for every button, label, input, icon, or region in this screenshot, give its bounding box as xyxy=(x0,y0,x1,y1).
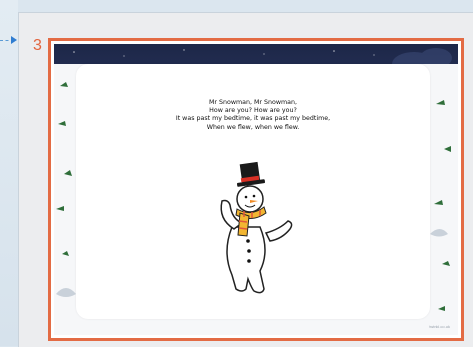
slide-number: 3 xyxy=(33,37,42,54)
poem-line: How are you? How are you? xyxy=(209,107,297,115)
credit-text: twinkl.co.uk xyxy=(429,324,450,329)
content-card: Mr Snowman, Mr Snowman, How are you? How… xyxy=(76,64,430,319)
poem-line: When we flew, when we flew. xyxy=(206,123,300,131)
slide-canvas: Mr Snowman, Mr Snowman, How are you? How… xyxy=(54,44,458,335)
poem-line: Mr Snowman, Mr Snowman, xyxy=(209,99,297,106)
poem-text: Mr Snowman, Mr Snowman, How are you? How… xyxy=(76,99,430,132)
left-background xyxy=(0,0,18,346)
snowman-illustration xyxy=(220,161,293,294)
slide-thumbnail-selected[interactable]: Mr Snowman, Mr Snowman, How are you? How… xyxy=(48,38,464,341)
arrow-right-icon xyxy=(11,36,17,44)
poem-line: It was past my bedtime, it was past my b… xyxy=(175,115,331,123)
